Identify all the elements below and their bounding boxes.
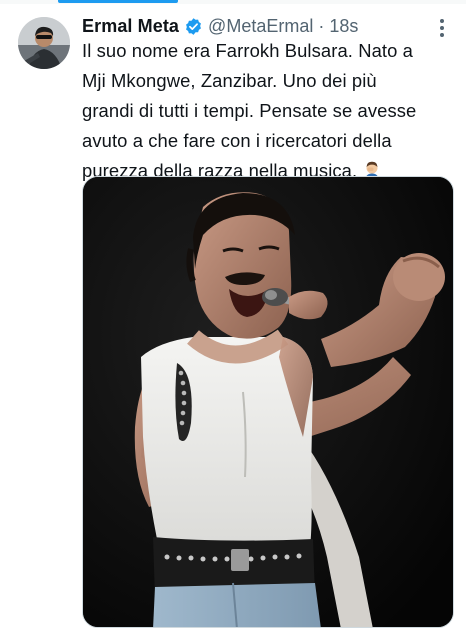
tweet-text-line: grandi di tutti i tempi. Pensate se aves… — [82, 100, 417, 121]
author-avatar[interactable] — [18, 17, 70, 69]
author-handle[interactable]: @MetaErmal — [208, 16, 313, 37]
top-strip — [0, 0, 466, 4]
tweet-photo[interactable] — [82, 176, 454, 628]
tweet-header: Ermal Meta @MetaErmal · 18s — [82, 14, 358, 38]
tab-indicator — [58, 0, 178, 3]
separator-dot: · — [318, 15, 325, 36]
tweet-timestamp[interactable]: 18s — [329, 16, 358, 37]
author-name[interactable]: Ermal Meta — [82, 16, 179, 37]
tweet-text-line: Mji Mkongwe, Zanzibar. Uno dei più — [82, 70, 377, 91]
tweet-text: Il suo nome era Farrokh Bulsara. Nato a … — [82, 36, 452, 186]
tweet-text-line: Il suo nome era Farrokh Bulsara. Nato a — [82, 40, 413, 61]
verified-badge-icon — [184, 17, 203, 36]
tweet-text-line: avuto a che fare con i ricercatori della — [82, 130, 392, 151]
